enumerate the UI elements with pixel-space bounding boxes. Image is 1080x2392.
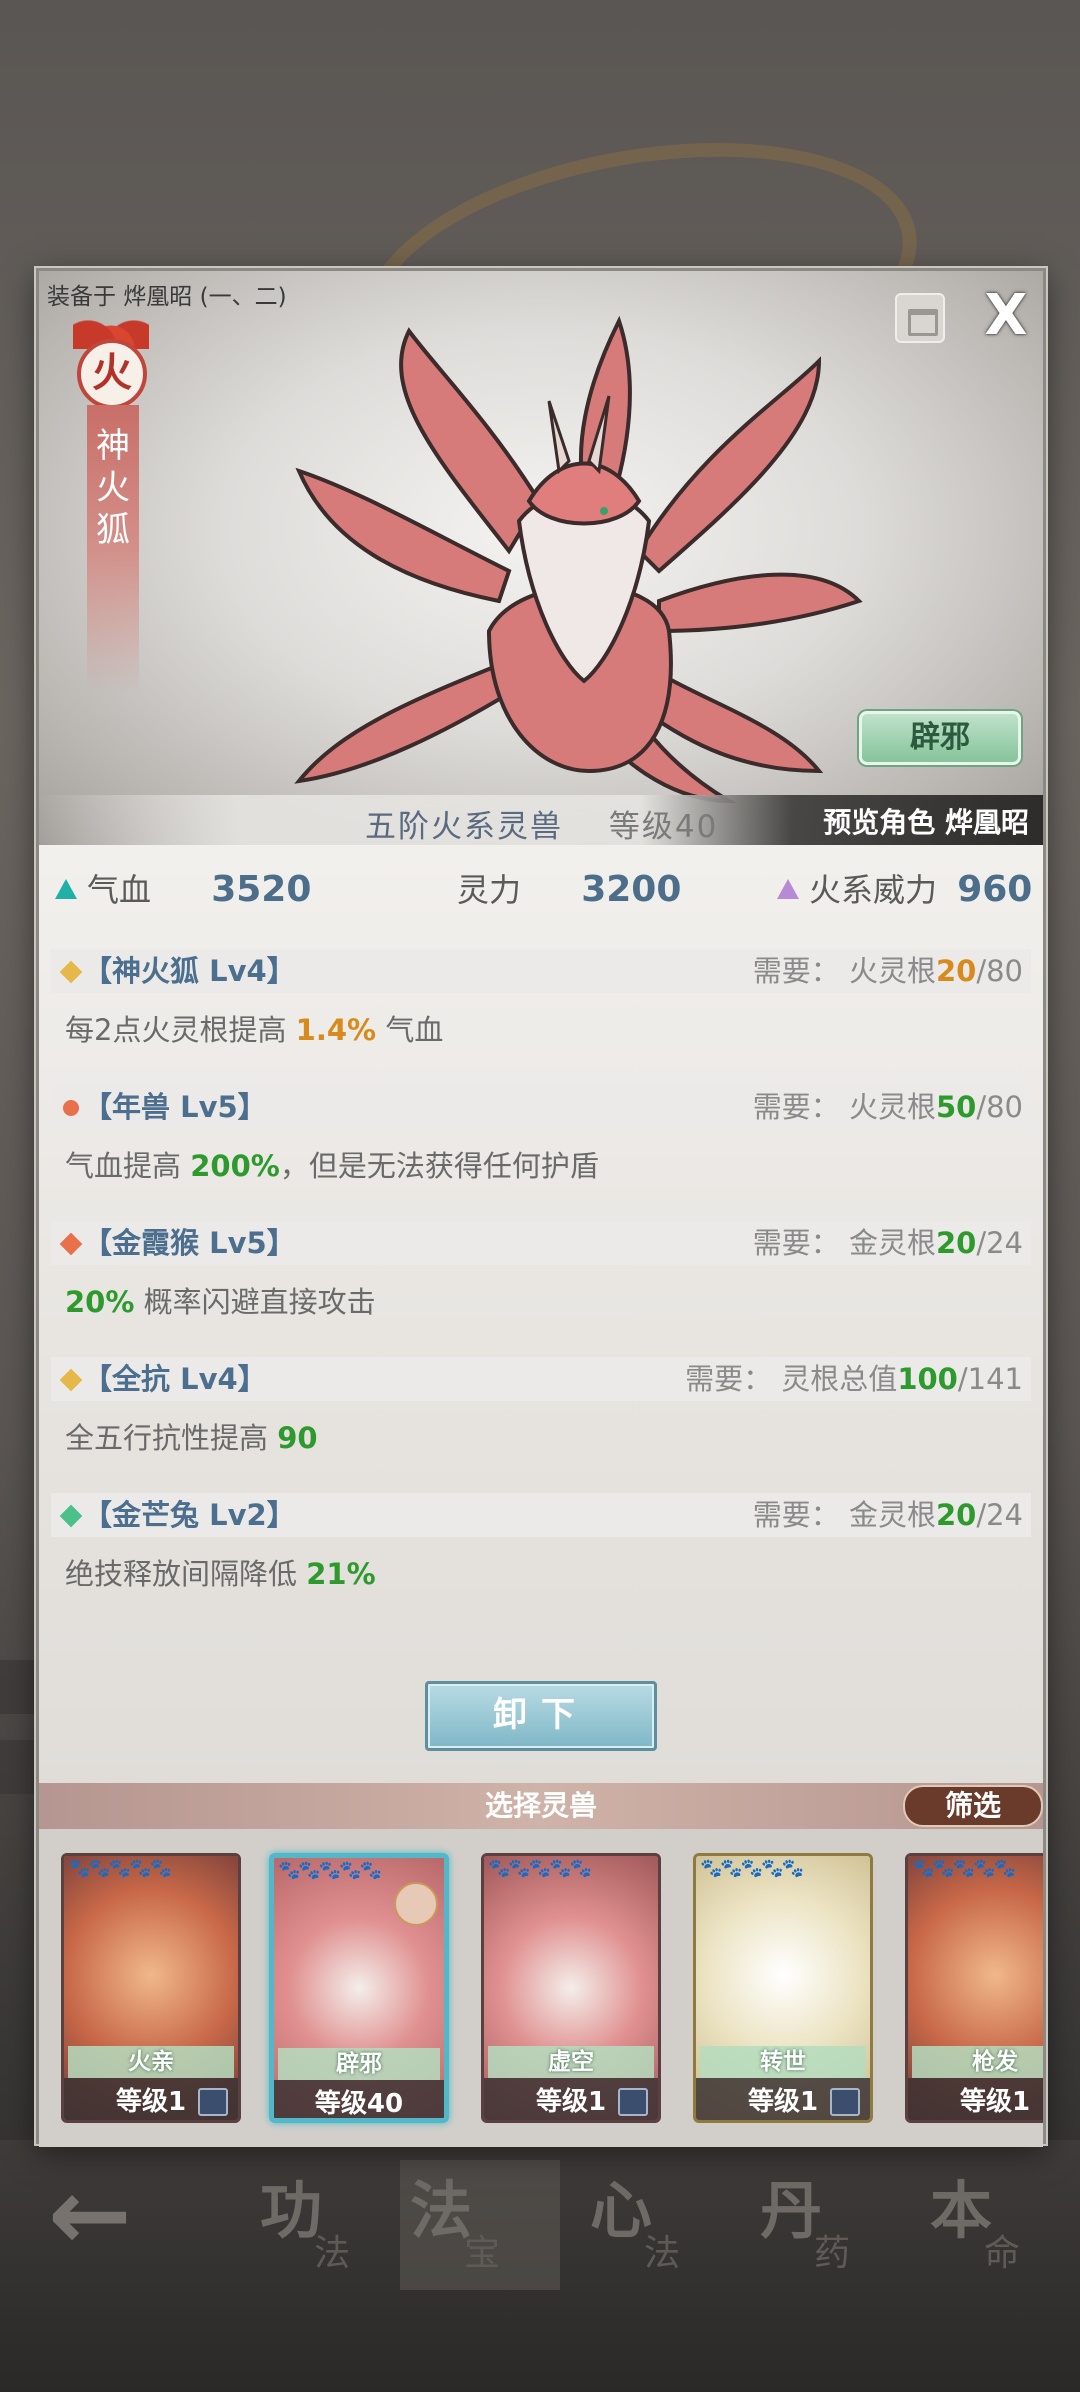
stat-spirit: 灵力 3200 bbox=[457, 869, 682, 910]
nav-item-danyao[interactable]: 丹 药 bbox=[750, 2160, 910, 2290]
stat-fire-power: 火系威力 960 bbox=[777, 865, 1032, 911]
beast-card[interactable]: 🐾🐾🐾🐾🐾 枪发 等级1 bbox=[905, 1853, 1043, 2123]
skill-requirement: 需要： 金灵根20/24 bbox=[752, 1226, 1023, 1260]
skill-description: 绝技释放间隔降低 21% bbox=[65, 1557, 376, 1591]
background-strip bbox=[0, 1740, 36, 1794]
character-avatar-icon bbox=[394, 1882, 438, 1926]
skill-entry: 【年兽 Lv5】 需要： 火灵根50/80 气血提高 200%，但是无法获得任何… bbox=[51, 1085, 1031, 1185]
equipped-on-label: 装备于 烨凰昭 (一、二) bbox=[47, 284, 287, 310]
select-beast-title: 选择灵兽 bbox=[484, 1789, 597, 1822]
beast-rank-text: 五阶火系灵兽 等级40 bbox=[365, 809, 719, 845]
diamond-icon bbox=[59, 1232, 83, 1256]
skill-description: 全五行抗性提高 90 bbox=[65, 1421, 318, 1455]
skill-description: 每2点火灵根提高 1.4% 气血 bbox=[65, 1013, 444, 1047]
star-rating-icon: 🐾🐾🐾🐾🐾 bbox=[278, 1860, 382, 1881]
skill-requirement: 需要： 火灵根20/80 bbox=[752, 954, 1023, 988]
unequip-button[interactable]: 卸下 bbox=[425, 1681, 657, 1751]
skill-description: 气血提高 200%，但是无法获得任何护盾 bbox=[65, 1149, 599, 1183]
stat-row: 气血 3520 灵力 3200 火系威力 960 bbox=[39, 865, 1043, 915]
lock-button[interactable] bbox=[895, 293, 945, 343]
up-arrow-icon bbox=[55, 879, 77, 899]
skill-entry: 【金霞猴 Lv5】 需要： 金灵根20/24 20% 概率闪避直接攻击 bbox=[51, 1221, 1031, 1321]
skill-header: 【金芒兔 Lv2】 需要： 金灵根20/24 bbox=[51, 1493, 1031, 1537]
skill-requirement: 需要： 火灵根50/80 bbox=[752, 1090, 1023, 1124]
back-arrow-icon[interactable]: ← bbox=[48, 2165, 178, 2265]
fire-fox-illustration bbox=[294, 315, 863, 804]
up-arrow-icon bbox=[777, 879, 799, 899]
lock-icon bbox=[618, 2088, 648, 2116]
skill-header: 【年兽 Lv5】 需要： 火灵根50/80 bbox=[51, 1085, 1031, 1129]
beast-card[interactable]: 🐾🐾🐾🐾🐾 火亲 等级1 bbox=[61, 1853, 241, 2123]
nav-item-fabao[interactable]: 法 宝 bbox=[400, 2160, 560, 2290]
beast-name: 神火狐 bbox=[96, 426, 130, 550]
beast-card[interactable]: 🐾🐾🐾🐾🐾 转世 等级1 bbox=[693, 1853, 873, 2123]
beast-hero-panel: 装备于 烨凰昭 (一、二) 火 神火狐 X 辟邪 五阶火系灵兽 等级40 预览角… bbox=[39, 271, 1043, 845]
star-rating-icon: 🐾🐾🐾🐾🐾 bbox=[68, 1858, 172, 1879]
beast-card[interactable]: 🐾🐾🐾🐾🐾 虚空 等级1 bbox=[481, 1853, 661, 2123]
background-strip bbox=[0, 1660, 36, 1714]
star-rating-icon: 🐾🐾🐾🐾🐾 bbox=[488, 1858, 592, 1879]
fire-element-icon: 火 bbox=[77, 339, 147, 409]
skin-bixie-button[interactable]: 辟邪 bbox=[859, 711, 1021, 765]
nav-item-benming[interactable]: 本 命 bbox=[920, 2160, 1080, 2290]
star-rating-icon: 🐾🐾🐾🐾🐾 bbox=[700, 1858, 804, 1879]
nav-item-gongfa[interactable]: 功 法 bbox=[250, 2160, 410, 2290]
star-rating-icon: 🐾🐾🐾🐾🐾 bbox=[912, 1858, 1016, 1879]
skill-requirement: 需要： 金灵根20/24 bbox=[752, 1498, 1023, 1532]
skill-entry: 【金芒兔 Lv2】 需要： 金灵根20/24 绝技释放间隔降低 21% bbox=[51, 1493, 1031, 1593]
filter-button[interactable]: 筛选 bbox=[903, 1785, 1043, 1827]
skill-description: 20% 概率闪避直接攻击 bbox=[65, 1285, 376, 1319]
lock-icon bbox=[830, 2088, 860, 2116]
close-button[interactable]: X bbox=[979, 288, 1033, 345]
beast-card-list[interactable]: 🐾🐾🐾🐾🐾 火亲 等级1 🐾🐾🐾🐾🐾 辟邪 等级40 🐾🐾🐾🐾🐾 虚空 等级1 … bbox=[39, 1829, 1043, 2147]
stat-hp: 气血 3520 bbox=[55, 865, 311, 911]
element-badge: 火 神火狐 bbox=[73, 315, 149, 735]
skill-header: 【全抗 Lv4】 需要： 灵根总值100/141 bbox=[51, 1357, 1031, 1401]
diamond-icon bbox=[59, 960, 83, 984]
skill-requirement: 需要： 灵根总值100/141 bbox=[685, 1362, 1023, 1396]
diamond-icon bbox=[59, 1368, 83, 1392]
refresh-icon bbox=[63, 1100, 79, 1116]
diamond-icon bbox=[59, 1504, 83, 1528]
lock-icon bbox=[198, 2088, 228, 2116]
select-beast-bar: 选择灵兽 筛选 bbox=[39, 1783, 1043, 1829]
skill-header: 【金霞猴 Lv5】 需要： 金灵根20/24 bbox=[51, 1221, 1031, 1265]
spirit-beast-modal: 装备于 烨凰昭 (一、二) 火 神火狐 X 辟邪 五阶火系灵兽 等级40 预览角… bbox=[36, 268, 1046, 2147]
level-label: 等级 bbox=[608, 809, 675, 845]
skill-header: 【神火狐 Lv4】 需要： 火灵根20/80 bbox=[51, 949, 1031, 993]
skill-entry: 【神火狐 Lv4】 需要： 火灵根20/80 每2点火灵根提高 1.4% 气血 bbox=[51, 949, 1031, 1049]
nav-item-xinfa[interactable]: 心 法 bbox=[580, 2160, 740, 2290]
beast-card-selected[interactable]: 🐾🐾🐾🐾🐾 辟邪 等级40 bbox=[269, 1853, 449, 2123]
level-value: 40 bbox=[674, 809, 719, 845]
skill-entry: 【全抗 Lv4】 需要： 灵根总值100/141 全五行抗性提高 90 bbox=[51, 1357, 1031, 1457]
preview-character-text: 预览角色 烨凰昭 bbox=[823, 806, 1029, 839]
